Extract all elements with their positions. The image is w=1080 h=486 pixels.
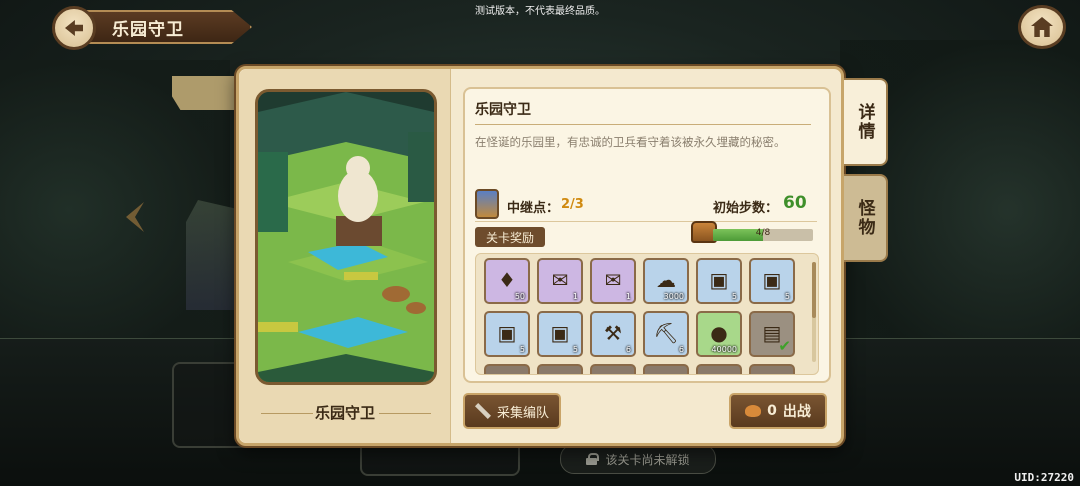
reward-count: 5 — [731, 292, 737, 301]
reward-count: 5 — [572, 345, 578, 354]
tab-monsters[interactable]: 怪物 — [844, 174, 888, 262]
reward-item[interactable]: ● 40000 — [696, 311, 742, 357]
reward-item[interactable]: ⛏ 6 — [643, 311, 689, 357]
scrollbar-thumb[interactable] — [812, 262, 816, 318]
scroll-icon: ✉ — [551, 268, 569, 293]
crate-icon: ▣ — [709, 268, 729, 293]
reward-item[interactable]: ♦ 50 — [484, 258, 530, 304]
title-plate: 乐园守卫 — [82, 10, 252, 44]
hammer-icon: ⚒ — [604, 321, 622, 346]
pickaxe-icon: ⛏ — [653, 321, 679, 346]
home-button[interactable] — [1018, 5, 1066, 49]
reward-count: 50 — [514, 292, 525, 301]
reward-item[interactable]: ⚒ 6 — [590, 311, 636, 357]
reward-count: 3000 — [663, 292, 684, 301]
crate-icon: ▣ — [550, 321, 570, 346]
start-battle-label: 出战 — [782, 404, 811, 420]
reward-item[interactable]: ▣ 5 — [537, 311, 583, 357]
stage-rewards-label: 关卡奖励 — [475, 227, 545, 247]
collect-team-label: 采集编队 — [496, 405, 549, 421]
reward-item[interactable]: ☁ 3000 — [643, 258, 689, 304]
reward-item[interactable]: ✉ 1 — [590, 258, 636, 304]
stage-info-title: 乐园守卫 — [475, 102, 531, 118]
stage-artwork — [258, 92, 434, 382]
reward-item[interactable]: ▣ 5 — [696, 258, 742, 304]
background-banner — [172, 76, 242, 110]
scroll-icon: ✉ — [604, 268, 622, 293]
reward-count: 40000 — [711, 345, 737, 354]
crate-icon: ▣ — [762, 268, 782, 293]
reward-count: 1 — [572, 292, 578, 301]
user-id-label: UID:27220 — [1014, 471, 1074, 484]
start-cost-value: 0 — [767, 403, 777, 419]
back-button[interactable] — [52, 6, 96, 50]
crate-icon: ▣ — [497, 321, 517, 346]
reward-scrollbar[interactable] — [812, 262, 816, 362]
tab-details-label: 详情 — [854, 103, 875, 141]
reward-item-grid[interactable]: ♦ 50 ✉ 1 ✉ 1 ☁ 3000 ▣ 5 ▣ 5 ▣ 5 ▣ 5 ⚒ 6 ⛏ 6 ● 40000 ▤ ✔ — [475, 253, 819, 375]
reward-item[interactable]: ▤ ✔ — [749, 311, 795, 357]
reward-item-partial[interactable] — [590, 364, 636, 374]
page-title: 乐园守卫 — [112, 19, 184, 40]
reward-count: 6 — [625, 345, 631, 354]
ore-icon: ☁ — [656, 268, 676, 293]
decorative-line — [379, 413, 431, 414]
home-icon — [1031, 17, 1053, 37]
tab-monsters-label: 怪物 — [854, 199, 875, 237]
reward-progress-text: 4/8 — [755, 228, 771, 238]
reward-item-partial[interactable] — [696, 364, 742, 374]
start-battle-button[interactable]: 0 出战 — [729, 393, 827, 429]
reward-item-partial[interactable] — [537, 364, 583, 374]
stage-info-card: 乐园守卫 在怪诞的乐园里，有忠诚的卫兵看守着该被永久埋藏的秘密。 中继点： 2/… — [463, 87, 831, 383]
reward-item-partial[interactable] — [484, 364, 530, 374]
divider — [475, 221, 817, 222]
stage-preview-panel: 乐园守卫 — [239, 69, 451, 443]
reward-count: 5 — [784, 292, 790, 301]
back-arrow-icon — [65, 20, 83, 36]
relay-point-label: 中继点： — [507, 201, 560, 216]
tab-details[interactable]: 详情 — [844, 78, 888, 166]
reward-count: 5 — [519, 345, 525, 354]
reward-item[interactable]: ✉ 1 — [537, 258, 583, 304]
locked-stage-text: 该关卡尚未解锁 — [605, 452, 690, 467]
initial-steps-value: 60 — [783, 193, 807, 213]
reward-item[interactable]: ▣ 5 — [749, 258, 795, 304]
stage-preview-image — [255, 89, 437, 385]
stage-detail-modal: 乐园守卫 乐园守卫 在怪诞的乐园里，有忠诚的卫兵看守着该被永久埋藏的秘密。 中继… — [236, 66, 844, 446]
collect-team-button[interactable]: 采集编队 — [463, 393, 561, 429]
reward-count: 1 — [625, 292, 631, 301]
claimed-check-icon: ✔ — [778, 337, 791, 355]
coin-icon: ● — [710, 321, 728, 346]
relay-point-value: 2/3 — [561, 197, 584, 212]
gem-icon: ♦ — [498, 268, 516, 293]
reward-item-partial[interactable] — [643, 364, 689, 374]
stage-description: 在怪诞的乐园里，有忠诚的卫兵看守着该被永久埋藏的秘密。 — [475, 135, 786, 149]
locked-stage-notice: 该关卡尚未解锁 — [560, 444, 716, 474]
reward-item[interactable]: ▣ 5 — [484, 311, 530, 357]
pickaxe-icon — [474, 403, 491, 419]
reward-count: 6 — [678, 345, 684, 354]
relay-point-icon — [475, 189, 499, 219]
divider — [475, 124, 811, 125]
initial-steps-label: 初始步数： — [713, 201, 779, 216]
lock-icon — [586, 453, 600, 465]
bread-icon — [745, 405, 762, 417]
reward-item-partial[interactable] — [749, 364, 795, 374]
